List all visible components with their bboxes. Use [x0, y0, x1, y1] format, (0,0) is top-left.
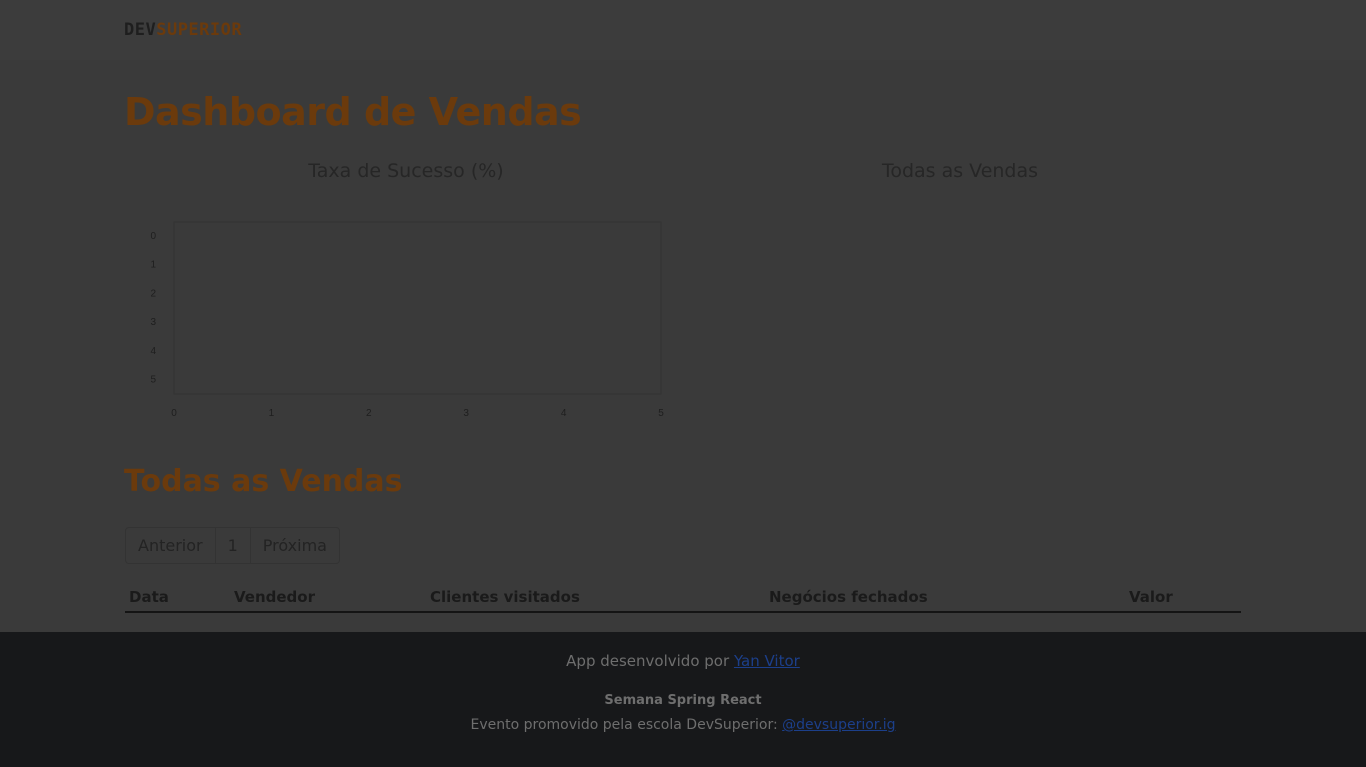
- section-title: Todas as Vendas: [124, 464, 403, 499]
- footer-credit-text: App desenvolvido por: [566, 652, 730, 670]
- footer-event-title: Semana Spring React: [604, 693, 762, 708]
- next-page-button[interactable]: Próxima: [250, 528, 339, 563]
- x-tick-label: 0: [171, 408, 177, 419]
- column-header-amount: Valor: [1129, 588, 1173, 606]
- success-rate-chart: 0 1 2 3 4 5 0 1 2 3 4 5: [150, 221, 664, 419]
- instagram-link[interactable]: @devsuperior.ig: [782, 717, 895, 733]
- y-tick-label: 3: [150, 317, 156, 328]
- logo-text-superior: SUPERIOR: [156, 20, 243, 40]
- author-link[interactable]: Yan Vitor: [734, 652, 800, 670]
- pagination: Anterior 1 Próxima: [125, 527, 340, 564]
- footer-event-text: Evento promovido pela escola DevSuperior…: [470, 717, 778, 733]
- page-title: Dashboard de Vendas: [124, 90, 582, 134]
- footer: App desenvolvido por Yan Vitor Semana Sp…: [0, 632, 1366, 767]
- y-tick-label: 2: [150, 288, 156, 299]
- y-tick-label: 1: [150, 260, 156, 271]
- x-tick-label: 1: [269, 408, 275, 419]
- x-tick-label: 4: [561, 408, 567, 419]
- logo-text-dev: DEV: [124, 20, 157, 40]
- plot-area: [173, 221, 662, 395]
- chart-title-all-sales: Todas as Vendas: [881, 160, 1039, 182]
- previous-page-button[interactable]: Anterior: [126, 528, 216, 563]
- footer-credit: App desenvolvido por Yan Vitor: [0, 652, 1366, 670]
- chart-title-success-rate: Taxa de Sucesso (%): [308, 160, 504, 182]
- navbar: DEVSUPERIOR: [0, 0, 1366, 60]
- y-tick-label: 0: [150, 231, 156, 242]
- column-header-seller: Vendedor: [234, 588, 315, 606]
- logo[interactable]: DEVSUPERIOR: [124, 20, 242, 40]
- x-tick-label: 2: [366, 408, 372, 419]
- current-page-button[interactable]: 1: [215, 528, 251, 563]
- column-header-visited: Clientes visitados: [430, 588, 580, 606]
- column-header-deals: Negócios fechados: [769, 588, 928, 606]
- x-tick-label: 5: [658, 408, 664, 419]
- y-tick-label: 4: [150, 346, 156, 357]
- footer-event: Evento promovido pela escola DevSuperior…: [0, 717, 1366, 733]
- x-tick-label: 3: [463, 408, 469, 419]
- y-tick-label: 5: [150, 375, 156, 386]
- column-header-date: Data: [129, 588, 169, 606]
- sales-table-header: Data Vendedor Clientes visitados Negócio…: [125, 584, 1241, 613]
